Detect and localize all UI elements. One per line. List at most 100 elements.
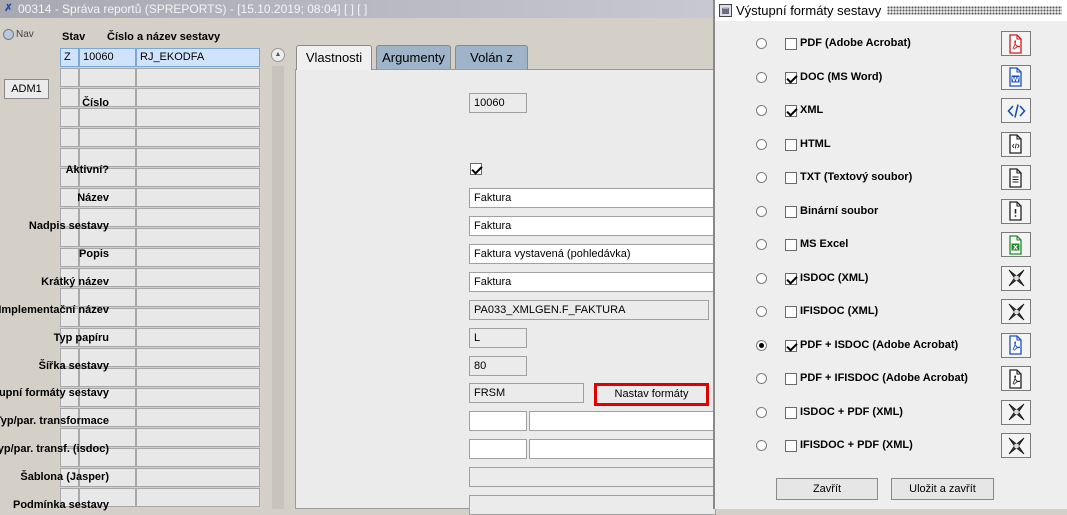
default-format-radio[interactable]	[756, 406, 767, 418]
nazev-field[interactable]: Faktura	[469, 188, 716, 208]
html-file-icon[interactable]	[1001, 131, 1031, 157]
nazev-cell[interactable]	[136, 448, 260, 467]
kratky-nazev-field[interactable]: Faktura	[469, 272, 716, 292]
transformace-isdoc-param-field[interactable]	[529, 439, 716, 459]
transformace-isdoc-type-field[interactable]	[469, 439, 527, 459]
nazev-cell[interactable]	[136, 328, 260, 347]
cislo-cell[interactable]	[79, 68, 136, 87]
pdf-black-icon[interactable]	[1001, 366, 1031, 391]
nav-radio[interactable]	[3, 29, 14, 40]
nazev-cell[interactable]	[136, 188, 260, 207]
nazev-cell[interactable]	[136, 348, 260, 367]
table-row[interactable]	[60, 108, 260, 128]
word-icon[interactable]: W	[1001, 64, 1031, 90]
format-checkbox[interactable]	[785, 339, 797, 352]
nazev-cell[interactable]	[136, 488, 260, 507]
binary-file-icon[interactable]	[1001, 198, 1031, 224]
xml-code-icon[interactable]	[1001, 98, 1031, 123]
default-format-radio[interactable]	[756, 172, 767, 183]
isdoc-icon[interactable]	[1001, 265, 1031, 291]
default-format-radio[interactable]	[756, 373, 767, 384]
format-checkbox[interactable]	[785, 71, 797, 84]
tab-vlastnosti[interactable]: Vlastnosti	[296, 45, 372, 70]
sirka-sestavy-field[interactable]: 80	[469, 356, 527, 376]
vystupni-formaty-field[interactable]: FRSM	[469, 383, 584, 403]
podminka-field[interactable]	[469, 495, 716, 515]
table-row[interactable]	[60, 128, 260, 148]
default-format-radio[interactable]	[756, 38, 767, 49]
adm1-button[interactable]: ADM1	[4, 79, 49, 99]
format-checkbox[interactable]	[785, 373, 797, 385]
sablona-field[interactable]	[469, 467, 716, 487]
popis-field[interactable]: Faktura vystavená (pohledávka)	[469, 244, 716, 264]
nazev-cell[interactable]	[136, 408, 260, 427]
close-button[interactable]: Zavřít	[776, 478, 878, 500]
isdoc-icon[interactable]	[1001, 299, 1031, 324]
format-checkbox[interactable]	[785, 205, 797, 218]
cislo-field[interactable]: 10060	[469, 93, 527, 113]
format-checkbox[interactable]	[785, 272, 797, 285]
isdoc-icon[interactable]	[1001, 399, 1031, 425]
pdf-icon[interactable]	[1001, 31, 1031, 56]
pdf-blue-icon[interactable]	[1001, 332, 1031, 358]
format-checkbox[interactable]	[785, 306, 797, 318]
default-format-radio[interactable]	[756, 272, 767, 284]
format-checkbox[interactable]	[785, 239, 797, 251]
nazev-cell[interactable]	[136, 468, 260, 487]
format-checkbox[interactable]	[785, 138, 797, 151]
transformace-type-field[interactable]	[469, 411, 527, 431]
stav-cell[interactable]	[60, 128, 79, 147]
isdoc-icon[interactable]	[1001, 433, 1031, 458]
nazev-cell[interactable]	[136, 308, 260, 327]
tab-argumenty[interactable]: Argumenty	[376, 45, 451, 69]
table-row[interactable]: Z 10060 RJ_EKODFA	[60, 48, 260, 68]
nadpis-field[interactable]: Faktura	[469, 216, 716, 236]
stav-cell[interactable]	[60, 68, 79, 87]
format-checkbox[interactable]	[785, 105, 797, 117]
tab-volan-z[interactable]: Volán z	[455, 45, 528, 69]
aktivni-checkbox[interactable]	[470, 163, 482, 175]
default-format-radio[interactable]	[756, 339, 767, 351]
excel-icon[interactable]: X	[1001, 232, 1031, 257]
save-and-close-button[interactable]: Uložit a zavřít	[891, 478, 994, 500]
nav-toggle[interactable]: Nav	[3, 29, 34, 40]
nazev-cell[interactable]	[136, 248, 260, 267]
default-format-radio[interactable]	[756, 306, 767, 317]
nazev-cell[interactable]	[136, 428, 260, 447]
nazev-cell[interactable]	[136, 88, 260, 107]
default-format-radio[interactable]	[756, 205, 767, 217]
table-row[interactable]	[60, 68, 260, 88]
stav-cell[interactable]	[60, 108, 79, 127]
nazev-cell[interactable]	[136, 108, 260, 127]
stav-cell[interactable]: Z	[60, 48, 79, 67]
format-checkbox[interactable]	[785, 172, 797, 184]
nazev-cell[interactable]	[136, 168, 260, 187]
typ-papiru-field[interactable]: L	[469, 328, 527, 348]
default-format-radio[interactable]	[756, 138, 767, 150]
nazev-cell[interactable]	[136, 148, 260, 167]
dialog-title-bar[interactable]: ▤ Výstupní formáty sestavy	[715, 0, 1067, 21]
nazev-cell[interactable]	[136, 228, 260, 247]
transformace-param-field[interactable]	[529, 411, 716, 431]
cislo-cell[interactable]	[79, 108, 136, 127]
stav-cell[interactable]	[60, 248, 79, 267]
grid-scrollbar[interactable]	[272, 66, 284, 509]
stav-cell[interactable]	[60, 188, 79, 207]
nazev-cell[interactable]: RJ_EKODFA	[136, 48, 260, 67]
format-checkbox[interactable]	[785, 406, 797, 419]
nazev-cell[interactable]	[136, 128, 260, 147]
format-checkbox[interactable]	[785, 440, 797, 452]
default-format-radio[interactable]	[756, 71, 767, 83]
nazev-cell[interactable]	[136, 288, 260, 307]
nazev-cell[interactable]	[136, 388, 260, 407]
nazev-cell[interactable]	[136, 68, 260, 87]
scroll-up-button[interactable]: ▲	[271, 48, 285, 62]
implementacni-nazev-field[interactable]: PA033_XMLGEN.F_FAKTURA	[469, 300, 709, 320]
nazev-cell[interactable]	[136, 208, 260, 227]
cislo-cell[interactable]: 10060	[79, 48, 136, 67]
stav-cell[interactable]	[60, 88, 79, 107]
default-format-radio[interactable]	[756, 239, 767, 250]
nazev-cell[interactable]	[136, 368, 260, 387]
text-file-icon[interactable]	[1001, 165, 1031, 190]
default-format-radio[interactable]	[756, 440, 767, 451]
